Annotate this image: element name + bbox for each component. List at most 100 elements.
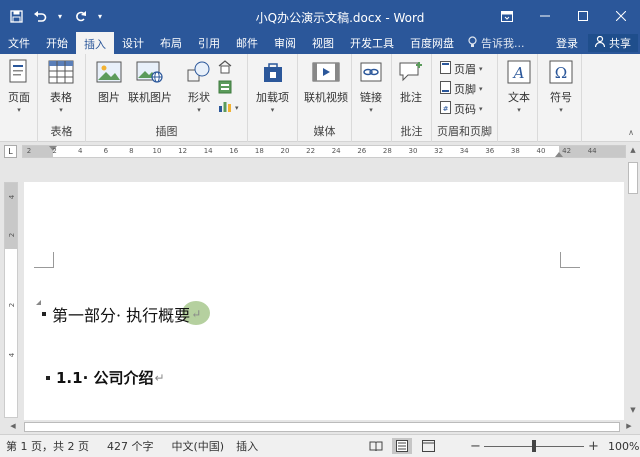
tab-stop-selector[interactable]: L	[4, 145, 17, 158]
document-area[interactable]: 第一部分· 执行概要 ↵ 1.1· 公司介绍 ↵	[22, 160, 626, 420]
ruler-tick: 20	[280, 147, 290, 155]
online-picture-button[interactable]: 联机图片	[128, 58, 172, 105]
maximize-icon[interactable]	[564, 0, 602, 32]
redo-icon[interactable]	[70, 5, 90, 27]
chevron-down-icon: ▾	[235, 103, 239, 112]
tab-layout[interactable]: 布局	[152, 32, 190, 54]
language-indicator[interactable]: 中文(中国)	[165, 438, 230, 454]
web-layout-icon[interactable]	[418, 438, 438, 454]
read-mode-icon[interactable]	[366, 438, 386, 454]
chevron-down-icon[interactable]: ▾	[94, 12, 106, 21]
text-button-label: 文本	[508, 91, 530, 104]
tab-view[interactable]: 视图	[304, 32, 342, 54]
footer-label: 页脚	[454, 83, 476, 96]
tab-design[interactable]: 设计	[114, 32, 152, 54]
zoom-slider[interactable]	[484, 440, 584, 452]
share-button[interactable]: 共享	[588, 34, 638, 52]
vertical-ruler-tick: 4	[8, 194, 16, 200]
store-icon	[258, 58, 288, 86]
print-layout-icon[interactable]	[392, 438, 412, 454]
tab-baidu-netdisk[interactable]: 百度网盘	[402, 32, 462, 54]
table-button-label: 表格	[50, 91, 72, 104]
zoom-out-button[interactable]: −	[470, 439, 481, 454]
group-label-tables: 表格	[50, 125, 73, 138]
page-count[interactable]: 第 1 页，共 2 页	[0, 438, 95, 454]
undo-dropdown-icon[interactable]: ▾	[54, 12, 66, 21]
tell-me-box[interactable]: 告诉我...	[462, 32, 531, 54]
shapes-button[interactable]: 形状 ▾	[184, 58, 214, 114]
page-number-icon: #	[440, 101, 451, 117]
group-text: A 文本 ▾	[498, 54, 538, 142]
scroll-right-icon[interactable]: ▶	[624, 422, 634, 432]
svg-text:Ω: Ω	[555, 64, 567, 82]
ruler-tick: 2	[52, 147, 57, 155]
icons-button[interactable]	[218, 60, 232, 77]
heading-1[interactable]: 第一部分· 执行概要 ↵	[42, 302, 201, 326]
horizontal-scroll-thumb[interactable]	[24, 422, 620, 432]
collapse-heading-icon[interactable]	[36, 300, 41, 305]
scroll-left-icon[interactable]: ◀	[8, 422, 18, 432]
ruler-tick: 26	[357, 147, 367, 155]
page-number-button[interactable]: # 页码 ▾	[440, 101, 483, 117]
page[interactable]: 第一部分· 执行概要 ↵ 1.1· 公司介绍 ↵	[24, 182, 624, 420]
symbols-button[interactable]: Ω 符号 ▾	[546, 58, 576, 114]
table-button[interactable]: 表格 ▾	[46, 58, 76, 114]
ribbon-display-icon[interactable]	[488, 0, 526, 32]
tab-references[interactable]: 引用	[190, 32, 228, 54]
heading-2[interactable]: 1.1· 公司介绍 ↵	[46, 367, 165, 388]
ribbon-tabs: 文件 开始 插入 设计 布局 引用 邮件 审阅 视图 开发工具 百度网盘 告诉我…	[0, 32, 640, 54]
zoom-slider-knob[interactable]	[532, 440, 536, 452]
save-icon[interactable]	[6, 5, 26, 27]
login-link[interactable]: 登录	[548, 32, 586, 54]
vertical-ruler[interactable]: 4 2 2 4	[4, 182, 18, 418]
addins-button[interactable]: 加载项 ▾	[256, 58, 289, 114]
ruler-tick: 22	[306, 147, 316, 155]
ruler-tick: 40	[536, 147, 546, 155]
collapse-ribbon-icon[interactable]: ∧	[628, 128, 634, 137]
tab-mailings[interactable]: 邮件	[228, 32, 266, 54]
smartart-icon	[218, 80, 232, 97]
group-comments: 批注 批注	[392, 54, 432, 142]
tab-insert[interactable]: 插入	[76, 32, 114, 54]
zoom-level[interactable]: 100%	[608, 440, 639, 453]
scroll-down-icon[interactable]: ▼	[628, 406, 638, 416]
online-video-button[interactable]: 联机视频	[304, 58, 348, 105]
group-links: 链接 ▾	[352, 54, 392, 142]
ruler-tick: 2	[26, 147, 32, 155]
tab-developer[interactable]: 开发工具	[342, 32, 402, 54]
comment-button[interactable]: 批注	[396, 58, 426, 105]
footer-button[interactable]: 页脚 ▾	[440, 81, 483, 97]
tab-home[interactable]: 开始	[38, 32, 76, 54]
insert-mode[interactable]: 插入	[230, 438, 264, 454]
omega-icon: Ω	[546, 58, 576, 86]
vertical-scrollbar[interactable]: ▲ ▼	[626, 142, 640, 420]
minimize-icon[interactable]	[526, 0, 564, 32]
close-icon[interactable]	[602, 0, 640, 32]
ruler-tick: 28	[382, 147, 392, 155]
word-count[interactable]: 427 个字	[101, 438, 160, 454]
links-label: 链接	[360, 91, 382, 104]
ruler-tick: 32	[434, 147, 444, 155]
undo-icon[interactable]	[30, 5, 50, 27]
vertical-scroll-thumb[interactable]	[628, 162, 638, 194]
chart-button[interactable]: ▾	[218, 100, 239, 115]
ruler-tick: 8	[129, 147, 134, 155]
smartart-button[interactable]	[218, 80, 232, 97]
group-illustrations: 图片 联机图片 形状 ▾ ▾ 插图	[86, 54, 248, 142]
chevron-down-icon: ▾	[517, 106, 521, 114]
tab-review[interactable]: 审阅	[266, 32, 304, 54]
picture-button[interactable]: 图片	[94, 58, 124, 105]
pages-button[interactable]: 页面 ▾	[4, 58, 34, 114]
zoom-in-button[interactable]: +	[588, 439, 599, 454]
person-icon	[594, 35, 606, 50]
horizontal-scrollbar[interactable]: ◀ ▶	[0, 420, 640, 434]
footer-icon	[440, 81, 451, 97]
horizontal-ruler[interactable]: 2 2 4 6 8 10 12 14 16 18 20 22 24 26 28 30 32 34 36 38 40 42 4…	[22, 145, 626, 158]
group-tables: 表格 ▾ 表格	[38, 54, 86, 142]
header-button[interactable]: 页眉 ▾	[440, 61, 483, 77]
text-button[interactable]: A 文本 ▾	[504, 58, 534, 114]
heading-2-text: 1.1· 公司介绍	[56, 369, 154, 387]
scroll-up-icon[interactable]: ▲	[628, 146, 638, 156]
links-button[interactable]: 链接 ▾	[356, 58, 386, 114]
tab-file[interactable]: 文件	[0, 32, 38, 54]
